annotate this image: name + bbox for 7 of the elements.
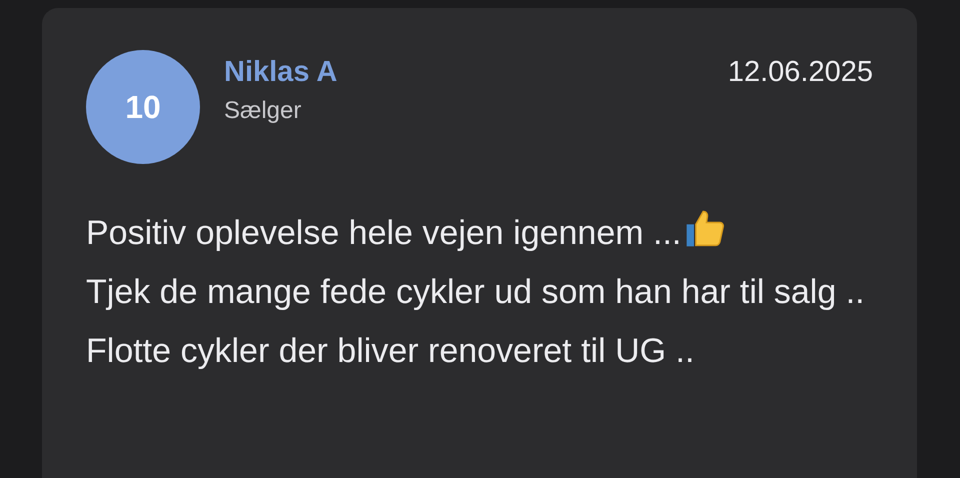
reviewer-name: Niklas A [224, 56, 338, 89]
review-text: Tjek de mange fede cykler ud som han har til salg .. [86, 272, 866, 313]
avatar: 10 [86, 50, 200, 164]
review-text: Flotte cykler der bliver renoveret til UG .. [86, 331, 696, 372]
reviewer-role: Sælger [224, 97, 302, 125]
review-date: 12.06.2025 [728, 56, 873, 89]
review-text: Positiv oplevelse hele vejen igennem ... [86, 204, 876, 263]
